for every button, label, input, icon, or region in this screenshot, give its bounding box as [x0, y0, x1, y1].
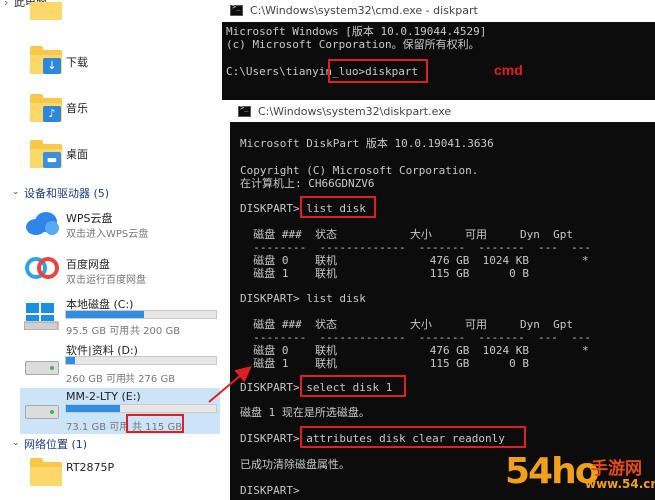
cmd-line-copyright: (c) Microsoft Corporation。保留所有权利。 — [226, 38, 480, 51]
baidu-netdisk-icon — [25, 257, 59, 279]
annotation-arrow-icon — [208, 366, 252, 403]
terminal-icon — [230, 3, 243, 16]
wps-cloud-subtitle: 双击进入WPS云盘 — [66, 229, 149, 240]
drive-total-space: 共 200 GB — [130, 326, 181, 337]
diskpart-prompt-line: DISKPART> — [240, 484, 306, 497]
cmd-titlebar[interactable]: C:\Windows\system32\cmd.exe - diskpart — [222, 0, 655, 22]
red-highlight-box — [300, 196, 376, 218]
drive-usage-fill — [66, 311, 144, 318]
disk-table-separator: -------- ------------- ------- ------- -… — [240, 331, 591, 344]
red-highlight-box — [328, 59, 428, 83]
downloads-folder-icon: ↓ — [30, 46, 62, 74]
wps-cloud-name: WPS云盘 — [66, 212, 113, 225]
diskpart-prompt: DISKPART> — [240, 484, 307, 497]
devices-group-header[interactable]: 设备和驱动器 (5) — [24, 185, 109, 201]
red-highlight-box — [300, 426, 526, 448]
red-highlight-box — [126, 414, 184, 433]
drive-free-space: 73.1 GB 可用 — [66, 422, 130, 433]
disk-table-separator: -------- ------------- ------- ------- -… — [240, 241, 591, 254]
cmd-line-version: Microsoft Windows [版本 10.0.19044.4529] — [226, 25, 487, 38]
drive-icon — [25, 361, 59, 375]
disk-table-row: 磁盘 0 联机 476 GB 1024 KB * — [240, 344, 589, 357]
baidu-netdisk-name: 百度网盘 — [66, 258, 110, 271]
collapse-chevron-icon[interactable]: › — [4, 0, 8, 9]
diskpart-version-line: Microsoft DiskPart 版本 10.0.19041.3636 — [240, 137, 494, 150]
watermark-site-name: 手游网 — [591, 459, 642, 479]
diskpart-prompt: DISKPART> — [240, 292, 307, 305]
network-item-name: RT2875P — [66, 461, 115, 474]
drive-name: MM-2-LTY (E:) — [66, 390, 141, 403]
disk-table-row: 磁盘 1 联机 115 GB 0 B — [240, 267, 530, 280]
cmd-window: C:\Windows\system32\cmd.exe - diskpart M… — [222, 0, 655, 100]
group-collapse-chevron-icon[interactable]: ⌄ — [12, 438, 20, 448]
diskpart-message: 磁盘 1 现在是所选磁盘。 — [240, 406, 370, 419]
disk-table-row: 磁盘 0 联机 476 GB 1024 KB * — [240, 254, 589, 267]
sidebar-item-label: 下载 — [66, 56, 88, 69]
diskpart-icon — [238, 104, 251, 117]
diskpart-titlebar[interactable]: C:\Windows\system32\diskpart.exe — [230, 102, 655, 122]
drive-usage-fill — [66, 405, 120, 412]
diskpart-window: C:\Windows\system32\diskpart.exe Microso… — [230, 102, 655, 500]
watermark-logo-number: 54ho — [505, 451, 600, 492]
sidebar-item-label: 桌面 — [66, 148, 88, 161]
drive-usage-bar — [65, 404, 217, 413]
diskpart-window-title: C:\Windows\system32\diskpart.exe — [258, 105, 452, 118]
music-folder-icon: ♪ — [30, 94, 62, 122]
wps-cloud-icon — [26, 212, 59, 235]
cmd-window-title: C:\Windows\system32\cmd.exe - diskpart — [250, 4, 478, 17]
cmd-annotation-label: cmd — [494, 62, 523, 78]
network-folder-icon — [30, 458, 62, 486]
diskpart-copyright-line: Copyright (C) Microsoft Corporation. — [240, 164, 479, 177]
drive-usage-bar — [65, 310, 217, 319]
desktop-folder-icon: ▬ — [30, 140, 62, 168]
diskpart-command: list disk — [306, 292, 366, 305]
baidu-netdisk-subtitle: 双击运行百度网盘 — [66, 275, 146, 286]
red-highlight-box — [300, 375, 406, 397]
diskpart-prompt: DISKPART> — [240, 432, 307, 445]
drive-free-space: 260 GB 可用 — [66, 374, 127, 385]
drive-total-space: 共 276 GB — [125, 374, 176, 385]
diskpart-prompt: DISKPART> — [240, 202, 307, 215]
diskpart-prompt-line: DISKPART> list disk — [240, 292, 366, 305]
file-explorer-pane: › 此电脑 ↓ 下载 ♪ 音乐 ▬ 桌面 ⌄ 设备和驱动器 (5) — [0, 0, 222, 500]
usb-drive-icon — [25, 405, 59, 419]
windows-drive-icon — [24, 303, 59, 330]
group-collapse-chevron-icon[interactable]: ⌄ — [12, 187, 20, 197]
drive-usage-fill — [66, 357, 75, 364]
drive-free-space: 95.5 GB 可用 — [66, 326, 130, 337]
disk-table-header: 磁盘 ### 状态 大小 可用 Dyn Gpt — [240, 228, 574, 241]
drive-usage-bar — [65, 356, 217, 365]
disk-table-row: 磁盘 1 联机 115 GB 0 B — [240, 357, 530, 370]
watermark-site-url: www.54.cn — [585, 477, 655, 491]
diskpart-machine-line: 在计算机上: CH66GDNZV6 — [240, 177, 375, 190]
folder-icon — [30, 2, 62, 20]
disk-table-header: 磁盘 ### 状态 大小 可用 Dyn Gpt — [240, 318, 574, 331]
diskpart-message: 已成功清除磁盘属性。 — [240, 458, 350, 471]
network-group-header[interactable]: 网络位置 (1) — [24, 436, 87, 452]
sidebar-item-label: 音乐 — [66, 102, 88, 115]
